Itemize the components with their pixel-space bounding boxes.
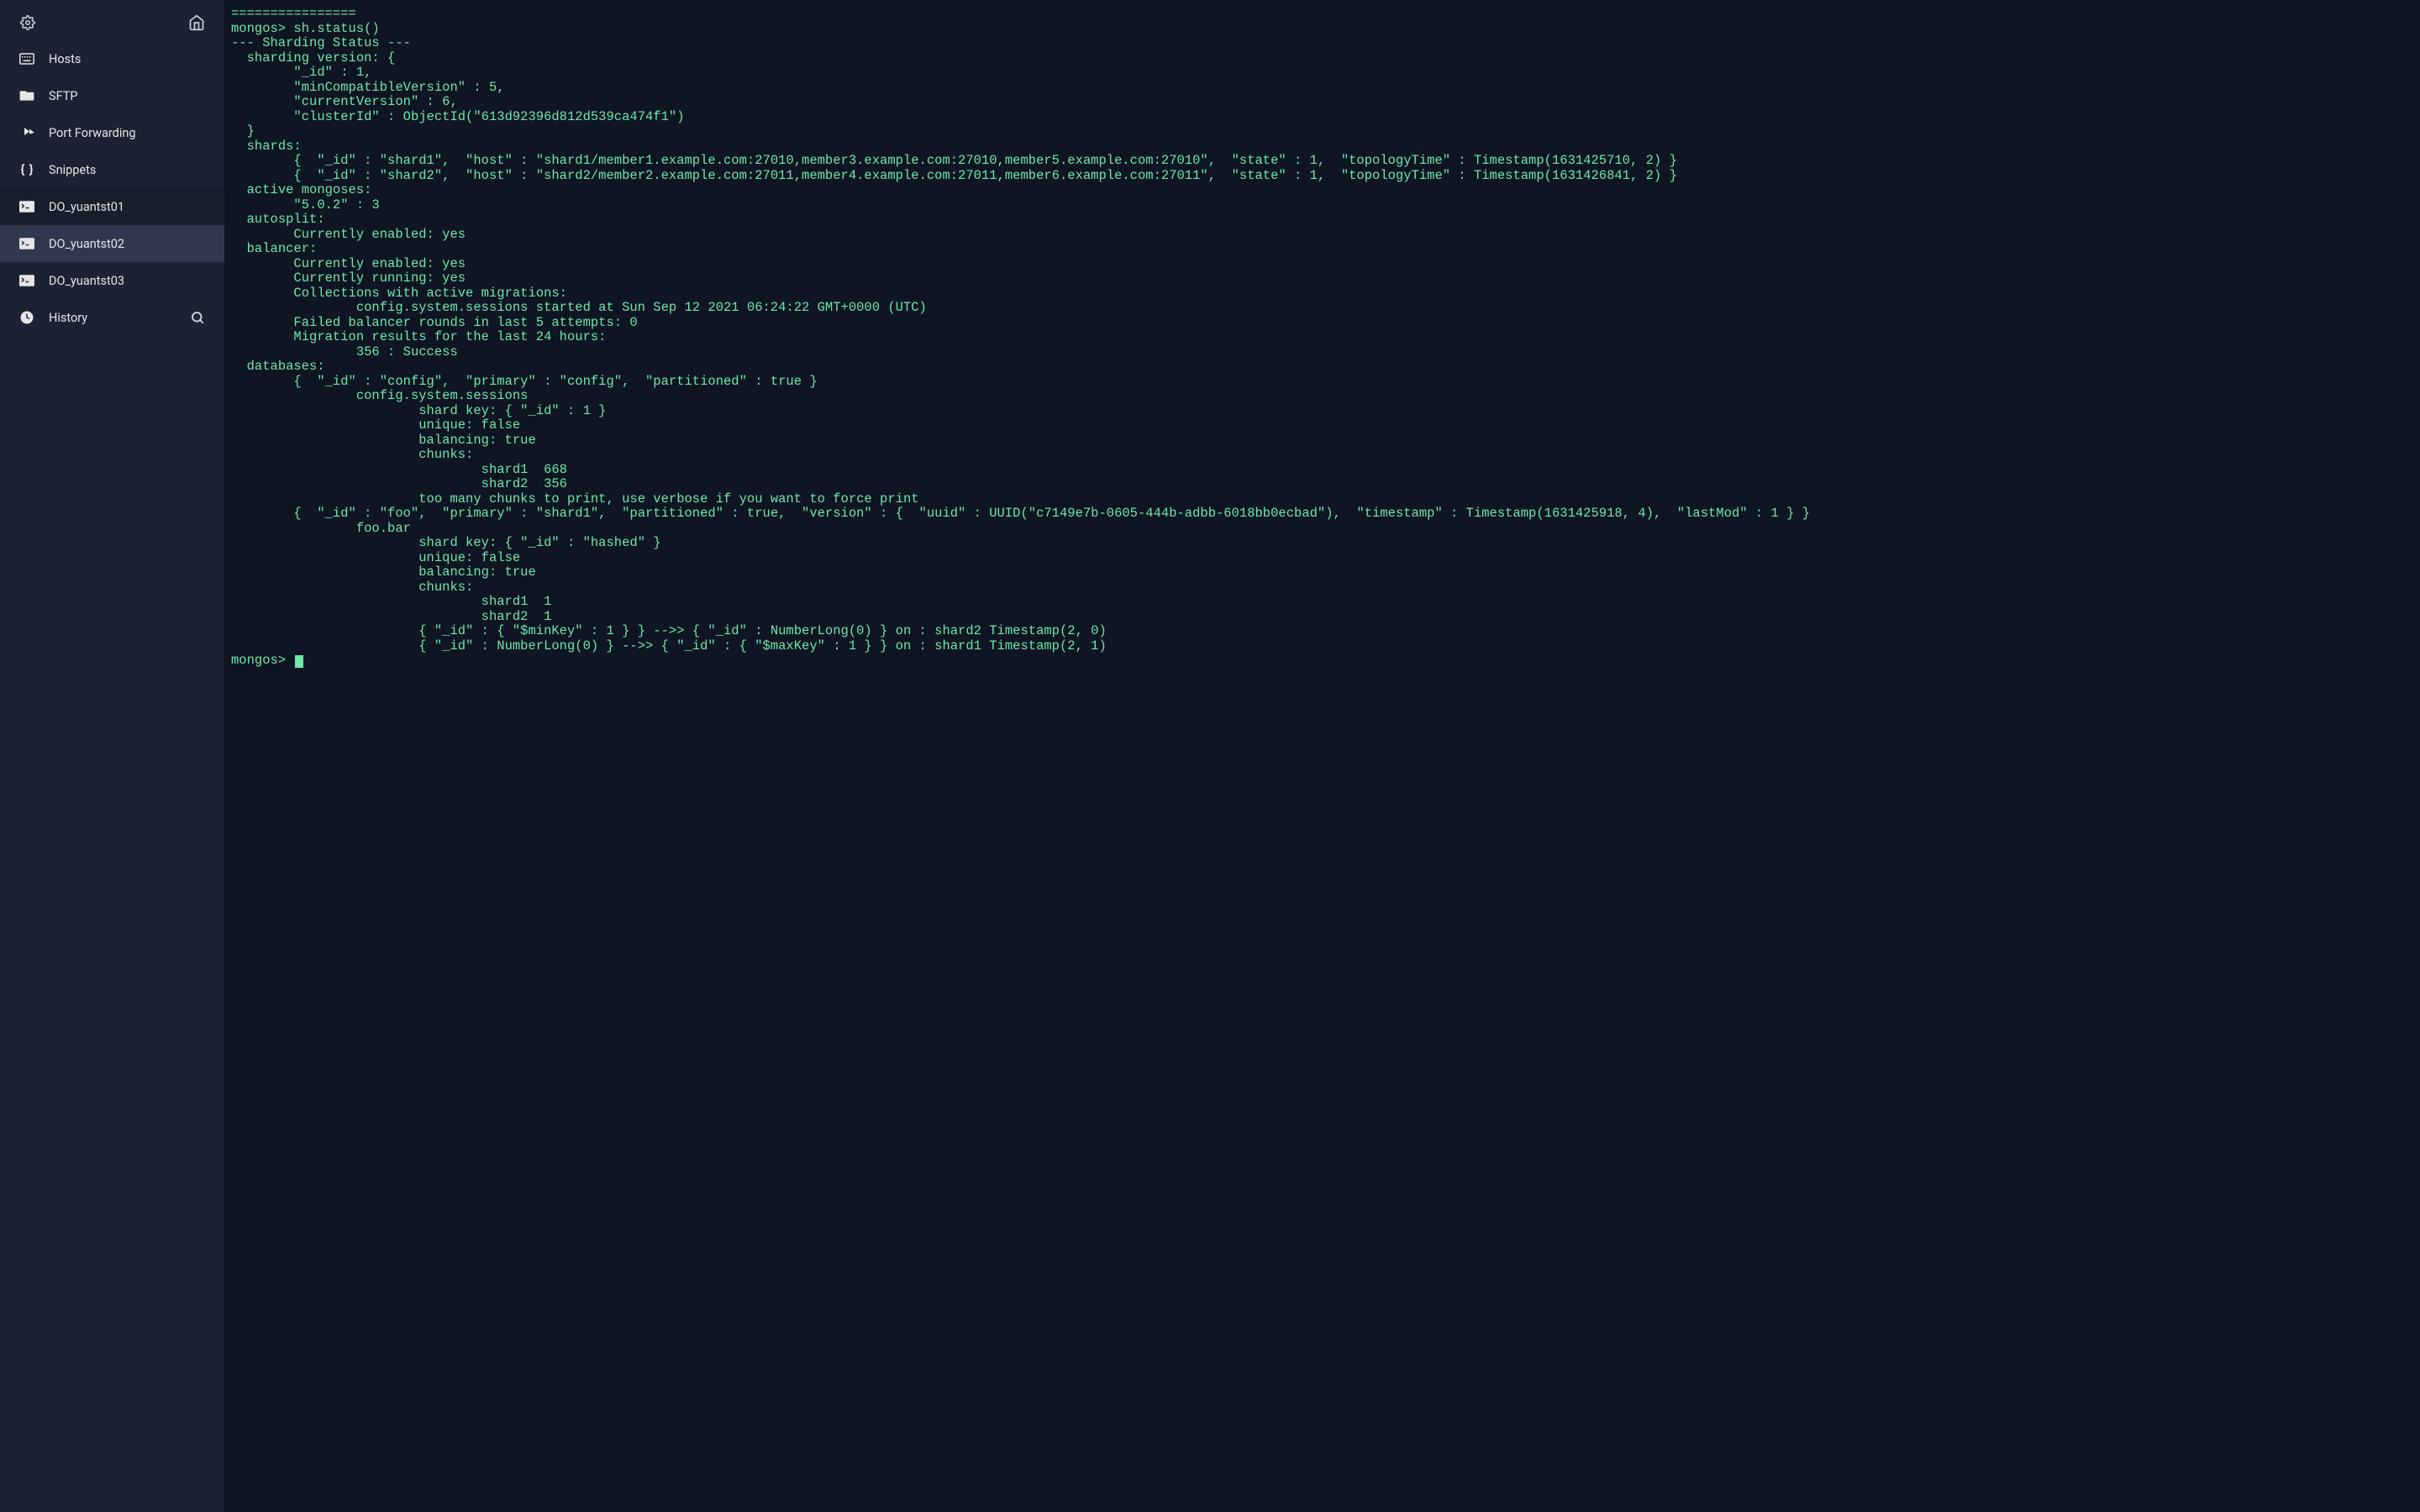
- sidebar-item-hosts[interactable]: Hosts: [0, 40, 224, 77]
- sidebar-item-session-2[interactable]: DO_yuantst02: [0, 225, 224, 262]
- terminal-pane[interactable]: ================ mongos> sh.status() ---…: [224, 0, 2420, 1512]
- sidebar-item-label: History: [49, 311, 189, 325]
- sidebar-item-snippets[interactable]: Snippets: [0, 151, 224, 188]
- gear-icon[interactable]: [18, 13, 37, 32]
- sidebar-item-label: Hosts: [49, 52, 206, 66]
- terminal-icon: [18, 272, 35, 289]
- clock-icon: [18, 309, 35, 326]
- sidebar-item-label: DO_yuantst01: [49, 200, 206, 214]
- sidebar-item-label: DO_yuantst02: [49, 237, 206, 251]
- terminal-text: ================ mongos> sh.status() ---…: [231, 6, 1810, 668]
- cursor-icon: [295, 655, 302, 669]
- terminal-output: ================ mongos> sh.status() ---…: [231, 7, 2413, 669]
- sidebar-item-label: Port Forwarding: [49, 126, 206, 140]
- sidebar-top-icons: [0, 0, 224, 40]
- search-icon[interactable]: [189, 309, 206, 326]
- sidebar-item-label: Snippets: [49, 163, 206, 177]
- home-icon[interactable]: [187, 13, 206, 32]
- keyboard-icon: [18, 50, 35, 67]
- sidebar-item-history[interactable]: History: [0, 299, 224, 336]
- terminal-icon: [18, 235, 35, 252]
- forward-icon: [18, 124, 35, 141]
- braces-icon: [18, 161, 35, 178]
- sidebar-item-label: DO_yuantst03: [49, 274, 206, 288]
- sidebar: Hosts SFTP Port Forwarding Snippets DO_y: [0, 0, 224, 1512]
- sidebar-item-sftp[interactable]: SFTP: [0, 77, 224, 114]
- sidebar-item-session-3[interactable]: DO_yuantst03: [0, 262, 224, 299]
- sidebar-item-port-forwarding[interactable]: Port Forwarding: [0, 114, 224, 151]
- sidebar-item-label: SFTP: [49, 89, 206, 103]
- app-root: Hosts SFTP Port Forwarding Snippets DO_y: [0, 0, 2420, 1512]
- terminal-icon: [18, 198, 35, 215]
- sidebar-item-session-1[interactable]: DO_yuantst01: [0, 188, 224, 225]
- folder-icon: [18, 87, 35, 104]
